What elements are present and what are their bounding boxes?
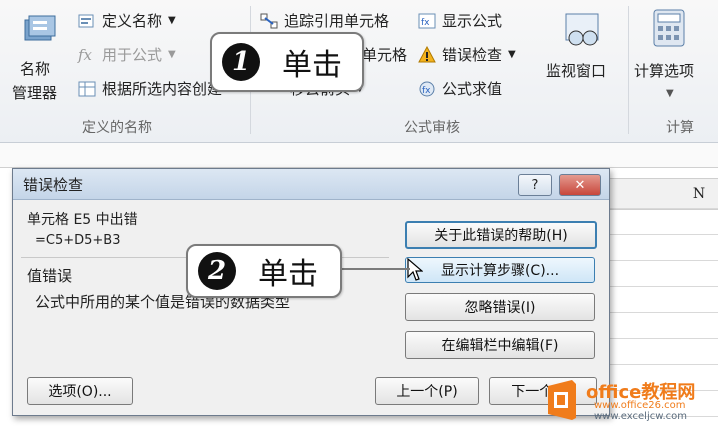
watermark-url-1: www.office26.com	[594, 400, 686, 411]
calculator-icon	[653, 9, 685, 47]
chevron-down-icon: ▼	[666, 88, 674, 99]
dialog-title: 错误检查	[23, 176, 84, 194]
use-in-formula-label: 用于公式	[102, 46, 163, 64]
callout-step-1: 1 单击	[210, 32, 364, 92]
step-number-badge: 1	[222, 43, 260, 81]
close-button[interactable]: ✕	[559, 174, 601, 196]
cell-error-heading: 单元格 E5 中出错	[27, 212, 138, 228]
define-name-label: 定义名称	[102, 12, 163, 30]
chevron-down-icon: ▼	[508, 49, 516, 60]
previous-label: 上一个(P)	[396, 384, 458, 400]
calc-options-label: 计算选项	[634, 62, 695, 80]
error-formula: =C5+D5+B3	[35, 233, 121, 248]
watermark-url-2: www.exceljcw.com	[594, 411, 688, 422]
name-manager-label-1: 名称	[20, 60, 51, 78]
previous-button[interactable]: 上一个(P)	[375, 377, 479, 405]
show-calc-steps-label: 显示计算步骤(C)...	[440, 263, 560, 279]
formula-auditing-group-label: 公式审核	[404, 120, 460, 136]
function-icon: fx	[78, 45, 93, 64]
show-calc-steps-button[interactable]: 显示计算步骤(C)...	[405, 257, 595, 283]
create-from-selection-icon	[78, 81, 96, 96]
svg-text:fx: fx	[421, 18, 430, 28]
formula-bar[interactable]	[0, 143, 718, 168]
trace-dependents-button[interactable]: 单元格	[362, 44, 407, 65]
calc-group-label: 计算	[666, 120, 694, 136]
watermark: office教程网 www.office26.com www.exceljcw.…	[542, 378, 714, 422]
help-on-error-button[interactable]: 关于此错误的帮助(H)	[405, 221, 597, 249]
trace-precedents-button[interactable]: 追踪引用单元格	[260, 10, 389, 31]
evaluate-formula-icon: fx	[419, 81, 435, 96]
help-button[interactable]: ?	[518, 174, 552, 196]
trace-dependents-label: 单元格	[362, 46, 408, 64]
callout-text: 单击	[282, 48, 342, 83]
defined-names-group-label: 定义的名称	[82, 120, 152, 136]
edit-in-formula-bar-button[interactable]: 在编辑栏中编辑(F)	[405, 331, 595, 359]
watch-window-icon	[565, 13, 599, 46]
watch-window-label: 监视窗口	[546, 62, 607, 80]
column-header-label: N	[692, 186, 706, 202]
show-formulas-icon: fx	[418, 13, 436, 28]
edit-in-formula-bar-label: 在编辑栏中编辑(F)	[441, 338, 559, 354]
callout-step-2: 2 单击	[186, 244, 342, 298]
evaluate-formula-button[interactable]: fx 公式求值	[418, 78, 502, 99]
create-from-selection-label: 根据所选内容创建	[102, 80, 223, 98]
watch-window-button[interactable]: 监视窗口	[540, 6, 624, 106]
name-manager-icon	[24, 15, 56, 41]
error-checking-label: 错误检查	[442, 46, 503, 64]
trace-precedents-icon	[260, 13, 278, 28]
create-from-selection-button[interactable]: 根据所选内容创建	[78, 78, 222, 99]
trace-precedents-label: 追踪引用单元格	[284, 12, 390, 30]
help-icon: ?	[531, 177, 539, 193]
define-name-button[interactable]: 定义名称 ▼	[78, 10, 176, 31]
group-divider	[628, 6, 629, 134]
show-formulas-button[interactable]: fx 显示公式	[418, 10, 502, 31]
callout-text: 单击	[258, 257, 318, 292]
warning-icon	[418, 45, 436, 62]
use-in-formula-button[interactable]: fx 用于公式 ▼	[78, 44, 176, 65]
evaluate-formula-label: 公式求值	[442, 80, 503, 98]
show-formulas-label: 显示公式	[442, 12, 503, 30]
help-on-error-label: 关于此错误的帮助(H)	[434, 228, 568, 244]
chevron-down-icon: ▼	[168, 15, 176, 26]
name-manager-button[interactable]: 名称 管理器	[10, 6, 70, 106]
dialog-title-bar: 错误检查 ? ✕	[13, 169, 609, 200]
name-manager-label-2: 管理器	[12, 84, 58, 102]
ignore-error-label: 忽略错误(I)	[464, 300, 536, 316]
office-logo-icon	[548, 380, 576, 420]
calc-options-button[interactable]: 计算选项 ▼	[632, 6, 712, 106]
step-number-badge: 2	[198, 252, 236, 290]
svg-text:fx: fx	[422, 86, 431, 96]
close-icon: ✕	[574, 177, 586, 193]
options-label: 选项(O)...	[48, 384, 112, 400]
error-checking-button[interactable]: 错误检查 ▼	[418, 44, 516, 65]
define-name-icon	[78, 14, 94, 27]
options-button[interactable]: 选项(O)...	[27, 377, 133, 405]
callout-pointer-line	[338, 268, 410, 270]
mouse-cursor-icon	[407, 258, 423, 281]
error-type: 值错误	[27, 267, 73, 285]
ignore-error-button[interactable]: 忽略错误(I)	[405, 293, 595, 321]
chevron-down-icon: ▼	[168, 49, 176, 60]
column-header[interactable]: N	[608, 178, 718, 210]
